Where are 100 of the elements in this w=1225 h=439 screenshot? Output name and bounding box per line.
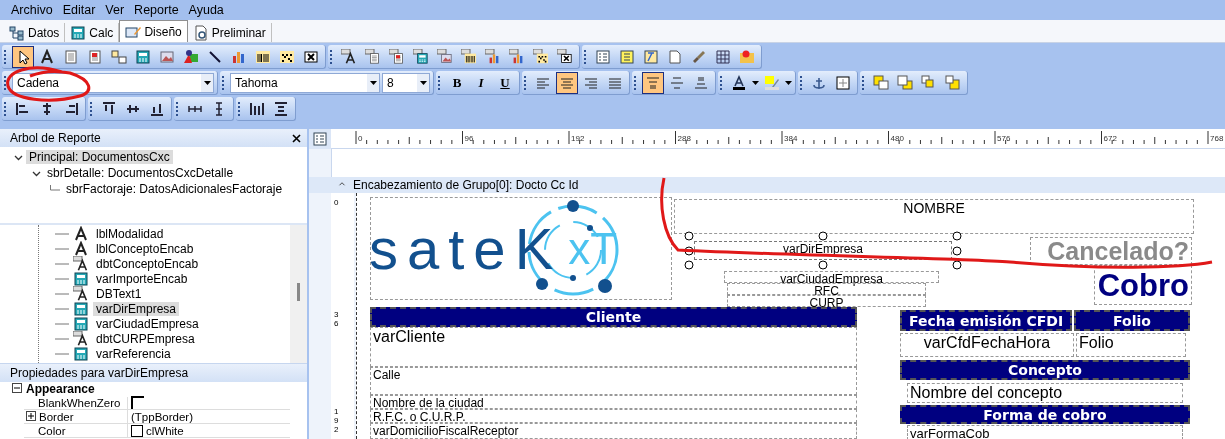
report-field[interactable]: Calle xyxy=(370,367,857,395)
view-tab[interactable]: Diseño xyxy=(119,20,188,42)
collapse-icon xyxy=(12,383,22,393)
report-field[interactable]: varFormaCob xyxy=(907,425,1183,439)
resize-handle[interactable] xyxy=(818,231,828,241)
calculator-icon xyxy=(73,270,89,287)
font-dropdown[interactable]: Tahoma xyxy=(230,72,380,93)
image-icon xyxy=(159,48,175,65)
category-label: Appearance xyxy=(26,382,95,396)
tree-item[interactable]: lblConceptoEncab xyxy=(93,241,197,256)
window-rich-document-icon xyxy=(389,48,405,65)
scrollbar-thumb[interactable] xyxy=(297,283,300,301)
tree-item[interactable]: DBText1 xyxy=(93,286,145,301)
property-name: Border xyxy=(39,410,74,423)
report-field[interactable]: Nombre de la ciudad xyxy=(370,395,857,409)
resize-handle[interactable] xyxy=(818,260,828,270)
font-size-dropdown[interactable]: 8 xyxy=(382,72,430,93)
shapes-icon xyxy=(183,48,199,65)
tree-item[interactable]: varDirEmpresa xyxy=(93,301,179,316)
column-header[interactable]: Fecha emisión CFDI xyxy=(900,310,1072,331)
ruler-label: 36 xyxy=(334,311,340,329)
bold-button[interactable]: B xyxy=(446,71,468,94)
property-value: clWhite xyxy=(146,424,184,437)
menu-item[interactable]: Ayuda xyxy=(183,3,229,17)
same-width-icon xyxy=(273,100,289,117)
report-title[interactable]: Cobro xyxy=(1094,265,1192,305)
report-field[interactable]: NOMBRE xyxy=(674,199,1194,234)
checkbox[interactable] xyxy=(131,396,145,410)
menu-item[interactable]: Editar xyxy=(57,3,101,17)
window-letter-icon xyxy=(341,48,357,65)
menu-item[interactable]: Ver xyxy=(100,3,130,17)
line-icon xyxy=(207,48,223,65)
window-matrix-code-icon xyxy=(533,48,549,65)
map-pin-icon xyxy=(739,48,755,65)
style-dropdown[interactable]: Cadena xyxy=(12,72,214,93)
window-barcode-icon xyxy=(461,48,477,65)
form-icon xyxy=(595,48,611,65)
tree-item[interactable]: Principal: DocumentosCxc xyxy=(26,150,173,164)
ruler-label: 192 xyxy=(334,408,340,435)
form-icon xyxy=(312,131,328,147)
tree-item[interactable]: sbrDetalle: DocumentosCxcDetalle xyxy=(44,166,237,180)
tree-item[interactable]: dbtConceptoEncab xyxy=(93,256,202,271)
report-field[interactable]: varCliente xyxy=(370,327,857,367)
tree-item[interactable]: varReferencia xyxy=(93,346,174,361)
window-letter-icon xyxy=(73,255,89,272)
tree-item[interactable]: dbtCURPEmpresa xyxy=(93,331,198,346)
highlight-icon xyxy=(764,74,780,91)
report-field[interactable]: varDomicilioFiscalReceptor xyxy=(370,423,857,439)
menu-item[interactable]: Archivo xyxy=(6,3,58,17)
panel-title: Arbol de Reporte xyxy=(10,131,101,145)
caret-icon xyxy=(752,80,759,85)
underline-button[interactable]: U xyxy=(494,71,516,94)
column-header[interactable]: Cliente xyxy=(370,307,857,327)
align-top-icon xyxy=(645,74,661,91)
layers-icon xyxy=(873,74,889,91)
italic-button[interactable]: I xyxy=(470,71,492,94)
ruler-label: 480 xyxy=(890,134,904,143)
layers-icon xyxy=(921,74,937,91)
font-color-icon xyxy=(731,74,747,91)
ruler-label: 384 xyxy=(784,134,798,143)
calculator-icon xyxy=(73,315,89,332)
tree-item[interactable]: varCiudadEmpresa xyxy=(93,316,202,331)
view-tab[interactable]: Calc xyxy=(65,23,120,42)
align-bottom-icon xyxy=(693,74,709,91)
toolbar-button[interactable] xyxy=(556,71,578,94)
window-bar-chart-icon xyxy=(485,48,501,65)
ruler-label: 0 xyxy=(358,134,363,143)
page-icon xyxy=(667,48,683,65)
barcode-icon xyxy=(255,48,271,65)
border-icon xyxy=(835,74,851,91)
calculator-icon xyxy=(73,300,89,317)
tree-item[interactable]: varImporteEncab xyxy=(93,271,191,286)
tree-connector-icon xyxy=(50,184,60,194)
close-icon[interactable] xyxy=(292,133,301,143)
ruler-label: 672 xyxy=(1103,134,1117,143)
calculator-icon xyxy=(135,48,151,65)
tree-item[interactable]: lblModalidad xyxy=(93,226,167,241)
matrix-code-icon xyxy=(279,48,295,65)
align-right-edges-icon xyxy=(63,100,79,117)
menu-item[interactable]: Reporte xyxy=(129,3,184,17)
view-tab[interactable]: Preliminar xyxy=(187,23,272,42)
report-field[interactable]: Nombre del concepto xyxy=(907,383,1183,403)
toolbar-button[interactable] xyxy=(642,71,664,94)
toolbar-button[interactable] xyxy=(12,45,34,68)
letter-icon xyxy=(39,48,55,65)
ruler-label: 96 xyxy=(464,134,474,143)
align-top-edges-icon xyxy=(101,100,117,117)
column-header[interactable]: Concepto xyxy=(900,360,1190,380)
layers-icon xyxy=(897,74,913,91)
ruler-label: 768 xyxy=(1210,134,1224,143)
report-field[interactable]: varCfdFechaHora xyxy=(900,333,1074,357)
column-header[interactable]: Forma de cobro xyxy=(900,405,1190,424)
caret-icon xyxy=(369,80,377,85)
report-field[interactable]: R.F.C. o C.U.R.P. xyxy=(370,409,857,423)
column-header[interactable]: Folio xyxy=(1074,310,1190,331)
tree-item[interactable]: sbrFactoraje: DatosAdicionalesFactoraje xyxy=(63,182,286,196)
window-letter-icon xyxy=(73,330,89,347)
report-field[interactable]: Folio xyxy=(1076,333,1186,357)
caret-icon xyxy=(203,80,211,85)
view-tab[interactable]: Datos xyxy=(4,23,66,42)
